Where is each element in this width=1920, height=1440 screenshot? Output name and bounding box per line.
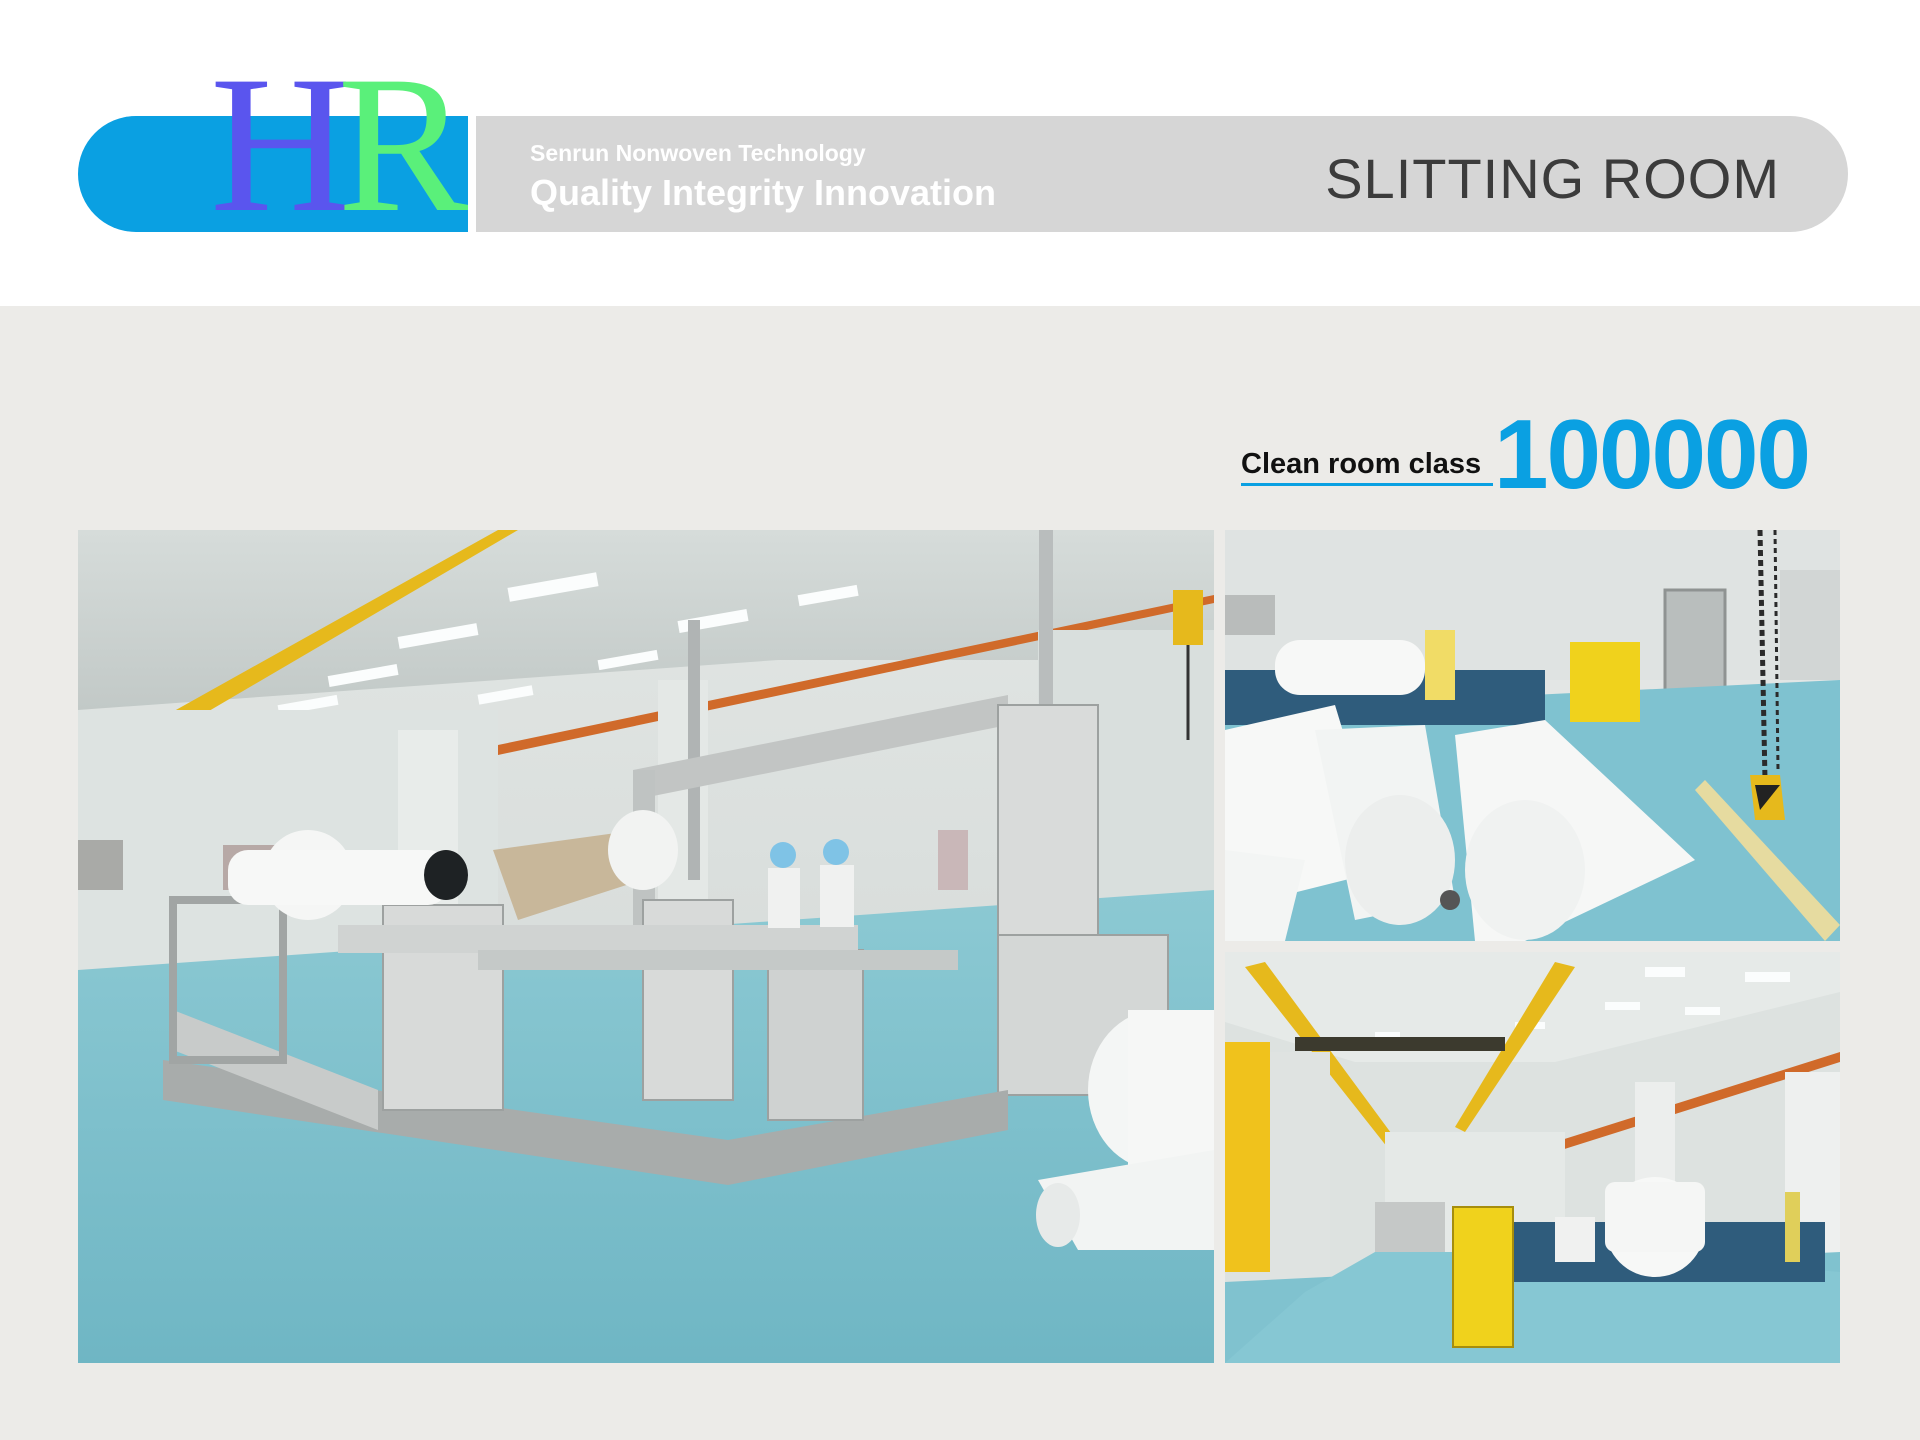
logo-letter-r: R [337,36,469,253]
clean-room-label: Clean room class [1241,448,1482,480]
clean-room-class-value: 100000 [1494,399,1811,509]
page-title: SLITTING ROOM [1325,147,1780,210]
clean-room-underline [1241,483,1493,486]
logo-letter-h: H [210,36,351,253]
photo-slitting-machine [78,530,1214,1363]
company-name: Senrun Nonwoven Technology [530,140,866,166]
company-logo: HR [210,47,468,243]
title-bar: Senrun Nonwoven Technology Quality Integ… [476,116,1848,232]
photo-nonwoven-rolls [1225,530,1840,941]
photo-clean-room-overview [1225,952,1840,1363]
header: HR Senrun Nonwoven Technology Quality In… [0,0,1920,306]
tagline: Quality Integrity Innovation [530,172,997,213]
